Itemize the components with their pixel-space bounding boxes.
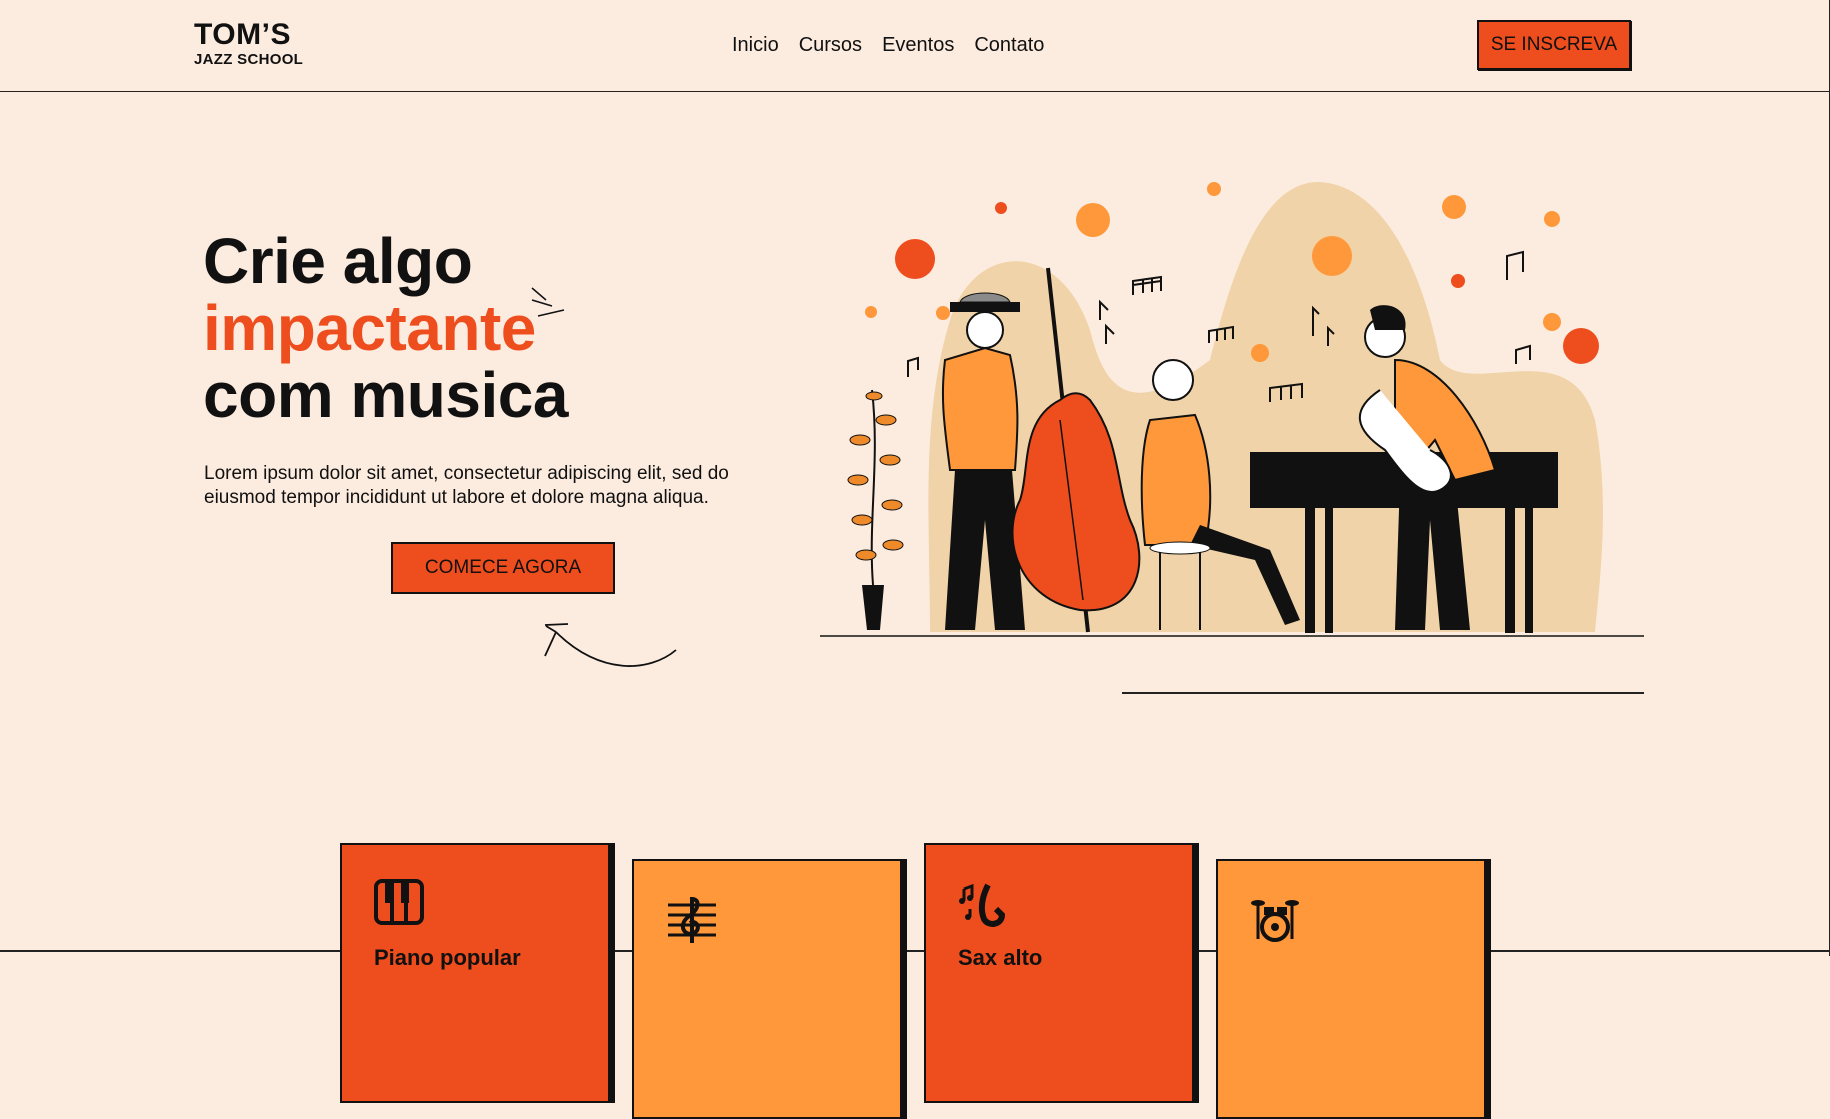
piano-icon [374, 879, 424, 925]
course-card-label: Sax alto [958, 945, 1043, 970]
hero-title: Crie algo impactante com musica [203, 228, 568, 429]
logo[interactable]: TOM’S JAZZ SCHOOL [194, 18, 304, 68]
signup-button[interactable]: SE INSCREVA [1477, 20, 1631, 70]
course-card-theory[interactable] [632, 859, 902, 1119]
site-header: TOM’S JAZZ SCHOOL Inicio Cursos Eventos … [0, 0, 1829, 92]
nav-item-contato[interactable]: Contato [974, 34, 1044, 57]
nav-item-eventos[interactable]: Eventos [882, 34, 954, 57]
hero-title-line-3: com musica [203, 359, 568, 431]
course-card-piano[interactable]: Piano popular [340, 843, 610, 1103]
logo-title: TOM’S [194, 18, 291, 51]
drum-kit-icon [1251, 900, 1299, 942]
saxophone-icon [959, 883, 1006, 927]
hero-description: Lorem ipsum dolor sit amet, consectetur … [204, 463, 729, 508]
plant [847, 389, 904, 630]
sparkle-icon [531, 287, 565, 317]
course-card-drums[interactable] [1216, 859, 1486, 1119]
course-card-label: Piano popular [374, 945, 521, 970]
treble-clef-icon [668, 896, 716, 943]
decorative-divider [1122, 692, 1644, 694]
course-card-sax[interactable]: Sax alto [924, 843, 1194, 1103]
nav-item-cursos[interactable]: Cursos [799, 34, 862, 57]
hero-title-accent: impactante [203, 292, 536, 364]
start-now-button[interactable]: COMECE AGORA [391, 542, 615, 594]
section-divider [0, 950, 1830, 952]
hero-title-line-1: Crie algo [203, 225, 473, 297]
logo-subtitle: JAZZ SCHOOL [194, 51, 304, 68]
landing-page: TOM’S JAZZ SCHOOL Inicio Cursos Eventos … [0, 0, 1830, 1119]
main-nav: Inicio Cursos Eventos Contato [732, 34, 1044, 57]
nav-item-inicio[interactable]: Inicio [732, 34, 779, 57]
jazz-band-illustration [820, 181, 1644, 637]
curved-arrow-icon [544, 623, 677, 667]
